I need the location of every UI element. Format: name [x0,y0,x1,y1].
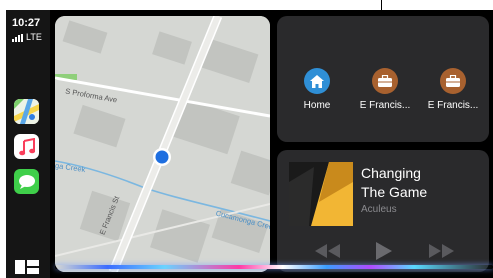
playback-controls [277,242,489,264]
artist-name: Aculeus [361,204,397,215]
maps-icon[interactable] [14,99,39,124]
briefcase-icon [440,68,466,94]
song-title-line2: The Game [361,184,428,200]
song-title-line1: Changing [361,165,421,181]
destination-work-2[interactable]: E Francis... [418,68,488,111]
messages-icon[interactable] [14,169,39,194]
signal-indicator: LTE [12,32,42,42]
dashboard-icon[interactable] [15,260,39,274]
carplay-screen: 10:27 LTE S Proforma Ave ga Creek E Fran… [6,10,493,278]
destination-label: Home [303,100,331,111]
house-icon [304,68,330,94]
music-icon[interactable] [14,134,39,159]
destinations-panel: Home E Francis... E Francis... [277,16,489,142]
signal-bars-icon [12,34,23,42]
destination-label: E Francis... [359,100,411,111]
current-location-icon [153,148,171,166]
status-time: 10:27 [12,17,41,29]
destination-home[interactable]: Home [282,68,352,111]
destination-label: E Francis... [427,100,479,111]
destination-work-1[interactable]: E Francis... [350,68,420,111]
briefcase-icon [372,68,398,94]
album-art [289,162,353,226]
dock: 10:27 LTE [6,10,50,278]
map-view[interactable]: S Proforma Ave ga Creek E Francis St Cuc… [55,16,270,272]
rewind-icon[interactable] [315,244,341,258]
network-label: LTE [26,32,42,42]
siri-waveform [55,265,493,269]
now-playing-panel[interactable]: Changing The Game Aculeus [277,150,489,272]
song-title: Changing The Game [361,164,481,202]
play-icon[interactable] [376,242,392,260]
fast-forward-icon[interactable] [429,244,455,258]
